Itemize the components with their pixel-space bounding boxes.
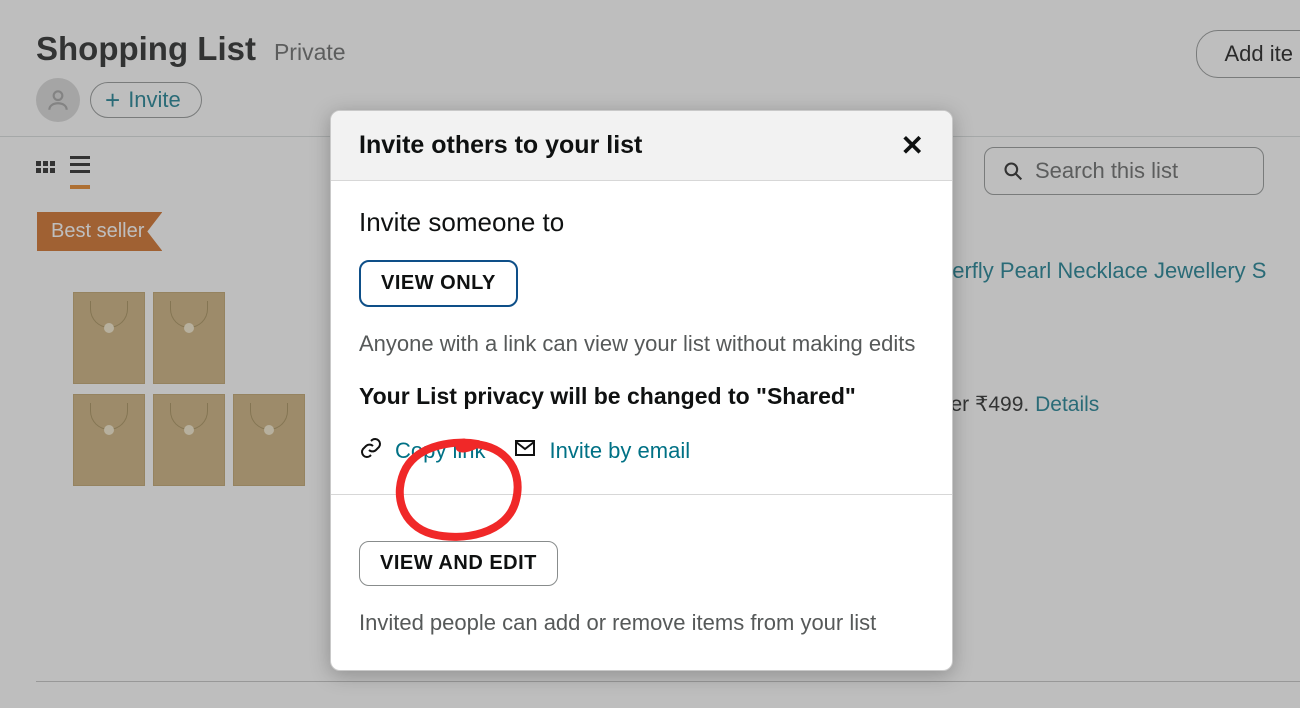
view-and-edit-button[interactable]: VIEW AND EDIT	[359, 541, 558, 586]
share-row: Copy link Invite by email	[359, 436, 924, 466]
copy-link-label: Copy link	[395, 438, 485, 464]
link-icon	[359, 436, 383, 466]
invite-modal: Invite others to your list ✕ Invite some…	[330, 110, 953, 671]
copy-link-button[interactable]: Copy link	[359, 436, 485, 466]
view-edit-desc: Invited people can add or remove items f…	[359, 606, 924, 640]
view-only-button[interactable]: VIEW ONLY	[359, 260, 518, 307]
mail-icon	[513, 436, 537, 466]
modal-title: Invite others to your list	[359, 131, 642, 160]
modal-header: Invite others to your list ✕	[331, 111, 952, 181]
close-icon[interactable]: ✕	[901, 132, 924, 160]
invite-email-label: Invite by email	[549, 438, 690, 464]
modal-lead: Invite someone to	[359, 207, 924, 238]
modal-separator	[331, 494, 952, 495]
view-only-desc: Anyone with a link can view your list wi…	[359, 327, 924, 361]
page-root: Shopping List Private + Invite Add ite	[0, 0, 1300, 708]
invite-by-email-button[interactable]: Invite by email	[513, 436, 690, 466]
modal-body: Invite someone to VIEW ONLY Anyone with …	[331, 181, 952, 670]
privacy-change-note: Your List privacy will be changed to "Sh…	[359, 383, 924, 410]
